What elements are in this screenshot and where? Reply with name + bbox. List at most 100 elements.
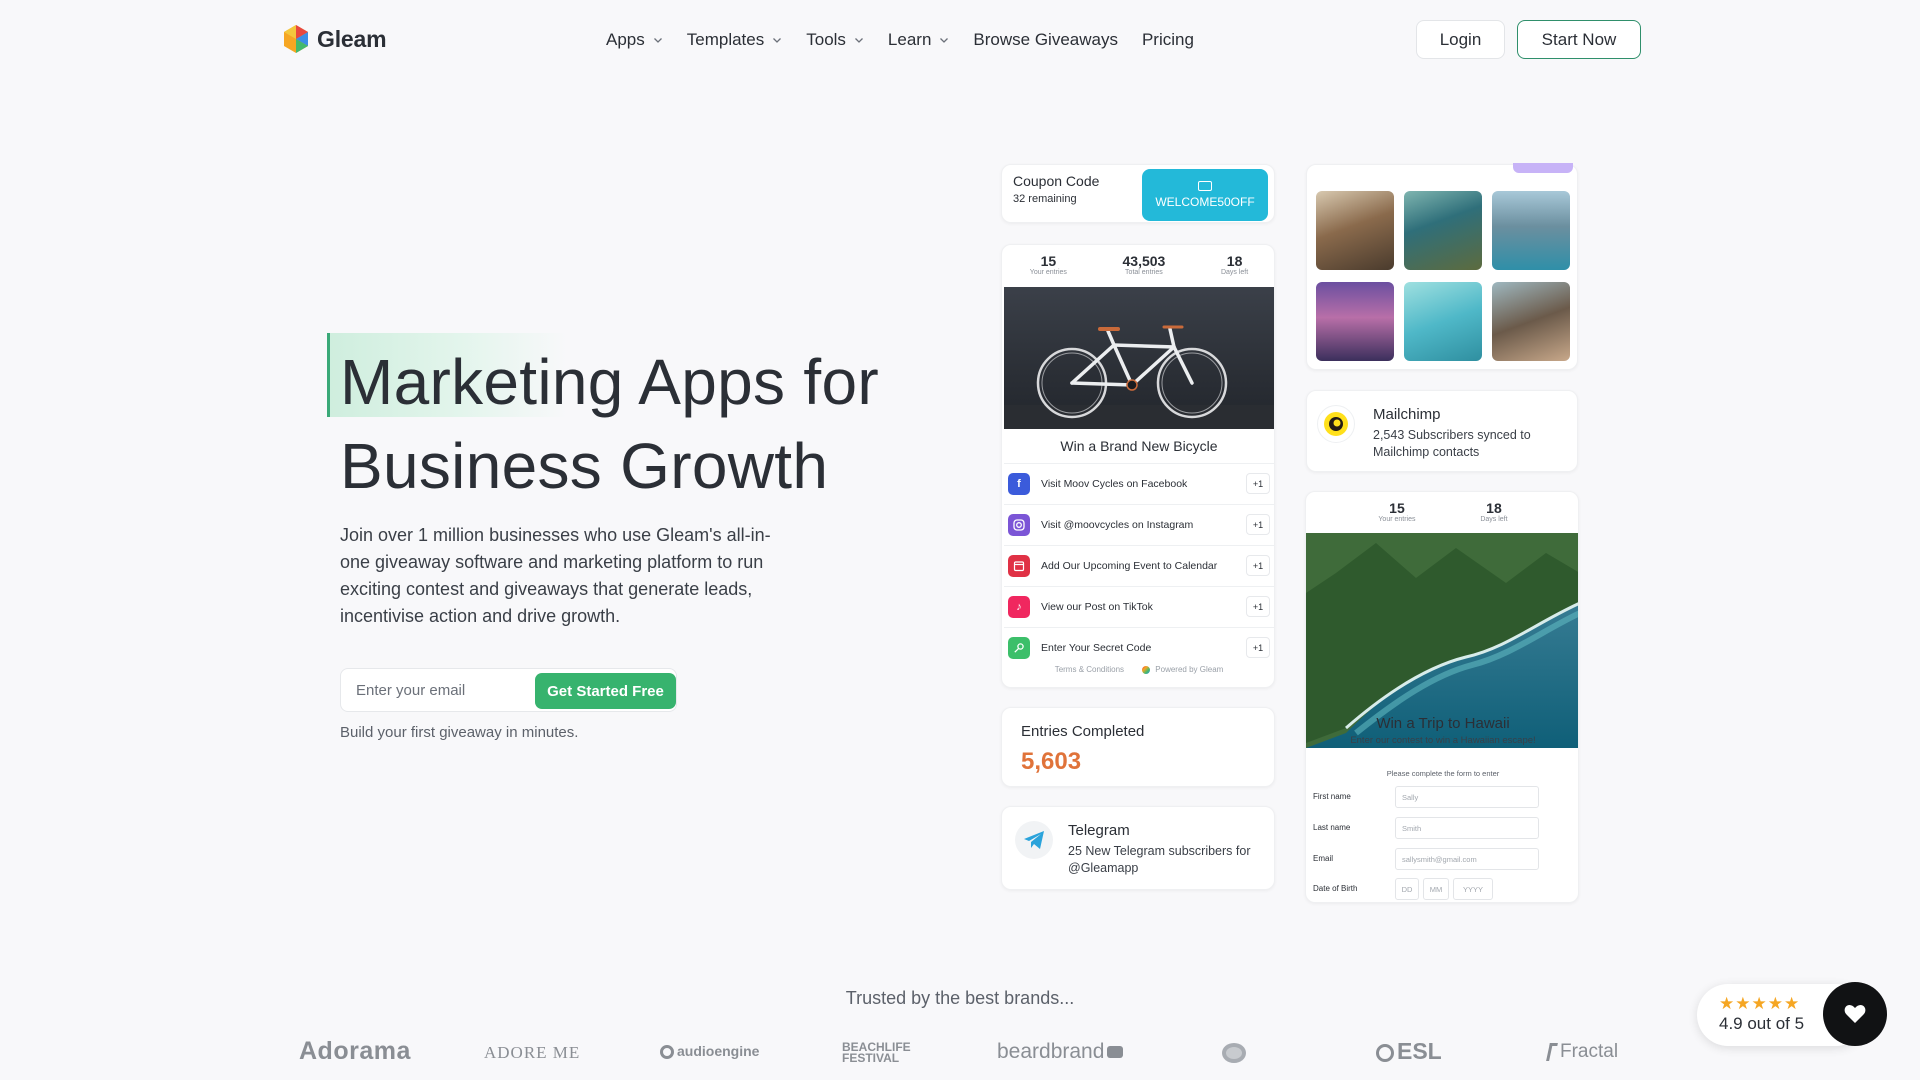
gallery-thumb[interactable] bbox=[1404, 191, 1482, 270]
dob-year-field[interactable]: YYYY bbox=[1453, 878, 1493, 900]
telegram-title: Telegram bbox=[1068, 822, 1130, 839]
brand-name: Fractal bbox=[1560, 1041, 1619, 1062]
gallery-thumb[interactable] bbox=[1492, 191, 1570, 270]
esl-icon bbox=[1376, 1043, 1394, 1062]
form-row-email: Email sallysmith@gmail.com bbox=[1313, 848, 1573, 870]
facebook-icon: f bbox=[1008, 473, 1030, 495]
brand-logo-audioengine: audioengine bbox=[660, 1043, 760, 1060]
brand-name: ESL bbox=[1397, 1038, 1442, 1064]
brand-logo-emblem bbox=[1221, 1042, 1247, 1069]
heart-icon bbox=[1844, 1004, 1866, 1023]
giveaway-stats: 15 Your entries 43,503 Total entries 18 … bbox=[1002, 253, 1274, 289]
nav-apps[interactable]: Apps bbox=[606, 26, 663, 54]
nav-learn[interactable]: Learn bbox=[888, 26, 949, 54]
nav-browse-giveaways[interactable]: Browse Giveaways bbox=[973, 26, 1118, 54]
key-icon bbox=[1008, 637, 1030, 659]
form-label: First name bbox=[1313, 792, 1351, 801]
logo-text: Gleam bbox=[317, 25, 387, 52]
mailchimp-icon bbox=[1317, 405, 1355, 443]
nav-templates[interactable]: Templates bbox=[687, 26, 782, 54]
beardbrand-icon bbox=[1107, 1046, 1124, 1059]
nav-label: Pricing bbox=[1141, 30, 1194, 49]
gleam-logo[interactable]: Gleam bbox=[279, 22, 387, 56]
chevron-down-icon bbox=[940, 38, 949, 43]
nav-label: Tools bbox=[806, 30, 846, 49]
main-nav: Apps Templates Tools Learn Browse Giveaw… bbox=[606, 26, 1218, 54]
hawaii-giveaway-card: 15 Your entries 18 Days left Win a Trip … bbox=[1305, 491, 1579, 903]
telegram-icon bbox=[1015, 821, 1053, 859]
coupon-card: Coupon Code 32 remaining WELCOME50OFF bbox=[1001, 164, 1275, 223]
telegram-subtitle: 25 New Telegram subscribers for @Gleamap… bbox=[1068, 844, 1251, 875]
start-now-button[interactable]: Start Now bbox=[1517, 20, 1641, 59]
terms-link[interactable]: Terms & Conditions bbox=[1055, 665, 1124, 674]
nav-label: Apps bbox=[606, 30, 645, 49]
form-row-dob: Date of Birth DD MM YYYY bbox=[1313, 878, 1573, 900]
bike-giveaway-card: 15 Your entries 43,503 Total entries 18 … bbox=[1001, 244, 1275, 688]
nav-tools[interactable]: Tools bbox=[806, 26, 864, 54]
nav-label: Learn bbox=[887, 30, 932, 49]
form-row-last-name: Last name Smith bbox=[1313, 817, 1573, 839]
entry-action-instagram[interactable]: Visit @moovcycles on Instagram +1 bbox=[1004, 504, 1274, 545]
action-text: Visit @moovcycles on Instagram bbox=[1041, 519, 1194, 531]
entry-action-tiktok[interactable]: ♪ View our Post on TikTok +1 bbox=[1004, 586, 1274, 627]
heart-button[interactable] bbox=[1823, 982, 1887, 1046]
calendar-icon bbox=[1008, 555, 1030, 577]
dob-month-field[interactable]: MM bbox=[1423, 878, 1449, 900]
brand-logo-fractal: Fractal bbox=[1546, 1041, 1619, 1063]
stat-label: Total entries bbox=[1125, 269, 1163, 276]
entries-completed-card: Entries Completed 5,603 bbox=[1001, 707, 1275, 787]
gleam-small-icon bbox=[1142, 665, 1151, 674]
gallery-thumb[interactable] bbox=[1404, 282, 1482, 361]
stat-value: 43,503 bbox=[1122, 253, 1166, 269]
hero-title-line1: Marketing Apps for bbox=[340, 346, 879, 418]
ticket-icon bbox=[1198, 181, 1212, 191]
brand-logo-beardbrand: beardbrand bbox=[997, 1040, 1124, 1064]
get-started-free-button[interactable]: Get Started Free bbox=[535, 673, 676, 709]
entry-action-facebook[interactable]: f Visit Moov Cycles on Facebook +1 bbox=[1004, 463, 1274, 504]
dob-day-field[interactable]: DD bbox=[1395, 878, 1419, 900]
form-label: Date of Birth bbox=[1313, 884, 1358, 893]
first-name-field[interactable]: Sally bbox=[1395, 786, 1539, 808]
brand-name: audioengine bbox=[677, 1043, 760, 1059]
email-field[interactable]: sallysmith@gmail.com bbox=[1395, 848, 1539, 870]
last-name-field[interactable]: Smith bbox=[1395, 817, 1539, 839]
entry-actions: f Visit Moov Cycles on Facebook +1 Visit… bbox=[1004, 463, 1274, 668]
stat-value: 18 bbox=[1226, 253, 1243, 269]
gallery-thumb[interactable] bbox=[1316, 191, 1394, 270]
action-points: +1 bbox=[1246, 596, 1270, 617]
gallery-thumb[interactable] bbox=[1316, 282, 1394, 361]
rating-text: 4.9 out of 5 bbox=[1719, 1014, 1805, 1033]
tiktok-icon: ♪ bbox=[1008, 596, 1030, 618]
stat-label: Your entries bbox=[1378, 516, 1416, 523]
coupon-title: Coupon Code bbox=[1013, 173, 1100, 189]
gallery-thumb[interactable] bbox=[1492, 282, 1570, 361]
stat-label: Days left bbox=[1220, 269, 1249, 276]
nav-pricing[interactable]: Pricing bbox=[1142, 26, 1194, 54]
brand-logo-adorama: Adorama bbox=[299, 1037, 411, 1065]
coupon-code-text: WELCOME50OFF bbox=[1155, 195, 1255, 209]
giveaway-stats: 15 Your entries 18 Days left bbox=[1306, 500, 1578, 536]
action-text: Enter Your Secret Code bbox=[1041, 642, 1152, 654]
photo-gallery-card bbox=[1306, 163, 1578, 370]
form-row-first-name: First name Sally bbox=[1313, 786, 1573, 808]
entry-action-calendar[interactable]: Add Our Upcoming Event to Calendar +1 bbox=[1004, 545, 1274, 586]
entry-action-secret-code[interactable]: Enter Your Secret Code +1 bbox=[1004, 627, 1274, 668]
coupon-remaining: 32 remaining bbox=[1013, 193, 1077, 205]
chevron-down-icon bbox=[854, 38, 863, 43]
gallery-badge bbox=[1513, 163, 1573, 173]
entries-value: 5,603 bbox=[1021, 748, 1082, 775]
form-label: Last name bbox=[1313, 823, 1351, 832]
entries-label: Entries Completed bbox=[1021, 723, 1145, 740]
chevron-down-icon bbox=[773, 38, 782, 43]
email-input[interactable] bbox=[341, 669, 531, 711]
stat-total-entries: 43,503 Total entries bbox=[1123, 253, 1166, 289]
coupon-code-button[interactable]: WELCOME50OFF bbox=[1142, 169, 1268, 221]
action-text: Visit Moov Cycles on Facebook bbox=[1041, 478, 1188, 490]
bicycle-illustration bbox=[1004, 325, 1274, 429]
gleam-logo-icon bbox=[284, 25, 308, 53]
action-text: View our Post on TikTok bbox=[1041, 601, 1153, 613]
stat-value: 15 bbox=[1040, 253, 1057, 269]
stat-label: Your entries bbox=[1029, 269, 1067, 276]
site-header: Gleam Apps Templates Tools Learn Browse … bbox=[0, 0, 1920, 80]
login-button[interactable]: Login bbox=[1416, 20, 1505, 59]
